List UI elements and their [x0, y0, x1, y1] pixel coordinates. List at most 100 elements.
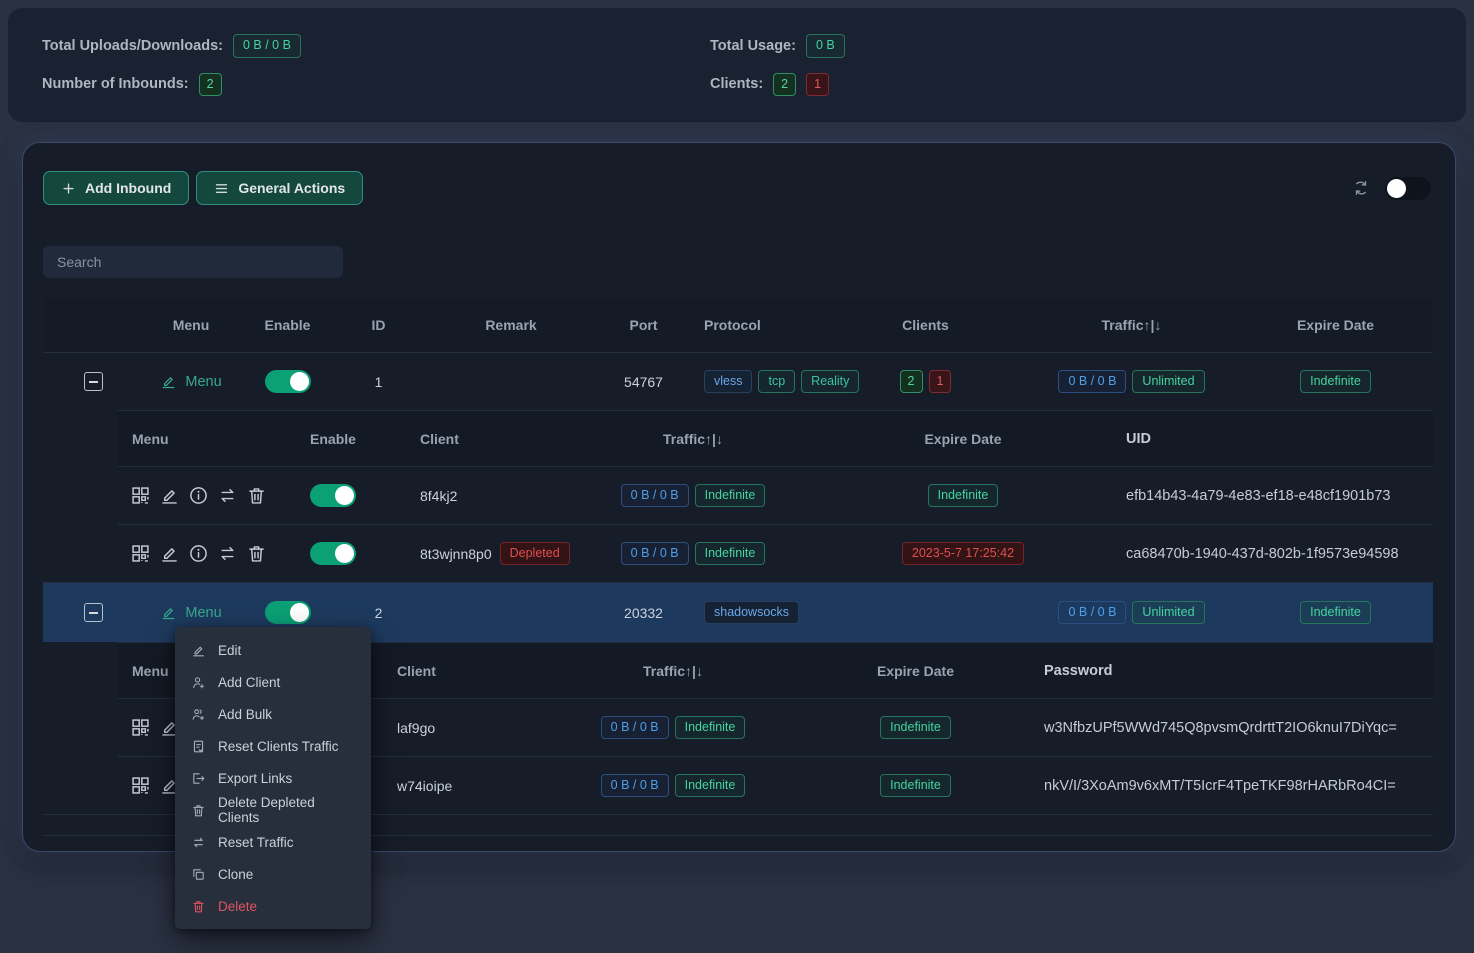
- stat-label: Total Uploads/Downloads:: [42, 38, 223, 54]
- header-id: ID: [336, 317, 421, 333]
- header-traffic-sort[interactable]: Traffic↑|↓: [553, 663, 793, 679]
- reset-traffic-icon[interactable]: [217, 543, 238, 564]
- context-menu-item-delete[interactable]: Delete: [175, 890, 371, 922]
- trash-icon: [191, 803, 206, 818]
- qr-code-icon[interactable]: [130, 775, 151, 796]
- header-port: Port: [601, 317, 686, 333]
- expire-badge: Indefinite: [880, 716, 951, 740]
- expire-badge: Indefinite: [928, 484, 999, 508]
- traffic-badge: 0 B / 0 B: [621, 484, 689, 508]
- inbound-1-enable-toggle[interactable]: [265, 370, 311, 393]
- reset-traffic-icon[interactable]: [217, 485, 238, 506]
- inbounds-count-badge: 2: [199, 73, 222, 97]
- delete-icon[interactable]: [246, 543, 267, 564]
- total-usage-badge: 0 B: [806, 34, 845, 58]
- traffic-limit-badge: Indefinite: [695, 484, 766, 508]
- menu-bars-icon: [214, 181, 229, 196]
- protocol-tag-tcp: tcp: [758, 370, 795, 394]
- pencil-icon: [191, 643, 206, 658]
- inbound-1-clients-table: Menu Enable Client Traffic↑|↓ Expire Dat…: [118, 410, 1433, 582]
- toggle-knob: [335, 486, 354, 505]
- pencil-icon: [160, 604, 177, 621]
- collapse-icon[interactable]: [84, 372, 103, 391]
- clients-depleted-badge: 1: [806, 73, 829, 97]
- edit-icon[interactable]: [159, 485, 180, 506]
- protocol-tag-vless: vless: [704, 370, 752, 394]
- depleted-badge: Depleted: [500, 542, 570, 566]
- expire-badge: Indefinite: [1300, 370, 1371, 394]
- collapse-icon[interactable]: [84, 603, 103, 622]
- context-menu-item-reset-clients-traffic[interactable]: Reset Clients Traffic: [175, 730, 371, 762]
- header-traffic-sort[interactable]: Traffic↑|↓: [1025, 317, 1238, 333]
- stat-clients: Clients: 2 1: [710, 73, 1466, 97]
- client-row-8t3wjnn8p0: 8t3wjnn8p0 Depleted 0 B / 0 B Indefinite…: [118, 524, 1433, 582]
- context-menu-item-add-client[interactable]: Add Client: [175, 666, 371, 698]
- header-expire-date: Expire Date: [793, 663, 1038, 679]
- header-expire-date: Expire Date: [1238, 317, 1433, 333]
- info-icon[interactable]: [188, 543, 209, 564]
- context-menu-item-reset-traffic[interactable]: Reset Traffic: [175, 826, 371, 858]
- toggle-knob: [335, 544, 354, 563]
- inbound-1-menu-button[interactable]: Menu: [160, 373, 221, 390]
- clients-active-badge: 2: [773, 73, 796, 97]
- traffic-limit-badge: Unlimited: [1132, 370, 1204, 394]
- delete-icon[interactable]: [246, 485, 267, 506]
- toggle-knob: [290, 372, 309, 391]
- context-menu-item-export-links[interactable]: Export Links: [175, 762, 371, 794]
- qr-code-icon[interactable]: [130, 717, 151, 738]
- edit-icon[interactable]: [159, 543, 180, 564]
- inbound-2-port: 20332: [601, 605, 686, 621]
- header-remark: Remark: [421, 317, 601, 333]
- client-uid: efb14b43-4a79-4e83-ef18-e48cf1901b73: [1108, 488, 1433, 504]
- qr-code-icon[interactable]: [130, 485, 151, 506]
- inbound-2-menu-button[interactable]: Menu: [160, 604, 221, 621]
- uploads-downloads-badge: 0 B / 0 B: [233, 34, 301, 58]
- swap-arrows-icon: [191, 835, 206, 850]
- header-clients: Clients: [826, 317, 1025, 333]
- header-protocol: Protocol: [686, 317, 826, 333]
- expire-badge: Indefinite: [880, 774, 951, 798]
- traffic-badge: 0 B / 0 B: [601, 774, 669, 798]
- search-input[interactable]: [43, 246, 343, 278]
- refresh-icon[interactable]: [1352, 179, 1370, 197]
- toggle-knob: [290, 603, 309, 622]
- header-uid: UID: [1108, 431, 1433, 447]
- add-inbound-button[interactable]: Add Inbound: [43, 171, 189, 205]
- client-row-8f4kj2: 8f4kj2 0 B / 0 B Indefinite Indefinite e…: [118, 466, 1433, 524]
- stats-card: Total Uploads/Downloads: 0 B / 0 B Total…: [8, 8, 1466, 122]
- client-uid: ca68470b-1940-437d-802b-1f9573e94598: [1108, 546, 1433, 562]
- inbound-context-menu: Edit Add Client Add Bulk Reset Clients T…: [175, 627, 371, 929]
- traffic-badge: 0 B / 0 B: [1058, 601, 1126, 625]
- inbound-2-enable-toggle[interactable]: [265, 601, 311, 624]
- qr-code-icon[interactable]: [130, 543, 151, 564]
- client-name: 8t3wjnn8p0: [420, 546, 492, 562]
- protocol-tag-shadowsocks: shadowsocks: [704, 601, 799, 625]
- user-add-icon: [191, 675, 206, 690]
- header-expire-date: Expire Date: [818, 431, 1108, 447]
- traffic-badge: 0 B / 0 B: [1058, 370, 1126, 394]
- clone-icon: [191, 867, 206, 882]
- header-traffic-sort[interactable]: Traffic↑|↓: [568, 431, 818, 447]
- stat-total-usage: Total Usage: 0 B: [710, 34, 1466, 58]
- traffic-badge: 0 B / 0 B: [621, 542, 689, 566]
- header-password: Password: [1038, 663, 1433, 679]
- add-inbound-label: Add Inbound: [85, 180, 171, 196]
- clients-table-header: Menu Enable Client Traffic↑|↓ Expire Dat…: [118, 410, 1433, 466]
- client-enable-toggle[interactable]: [310, 542, 356, 565]
- context-menu-item-delete-depleted-clients[interactable]: Delete Depleted Clients: [175, 794, 371, 826]
- traffic-limit-badge: Indefinite: [695, 542, 766, 566]
- clients-depleted-badge: 1: [929, 370, 952, 394]
- expire-date-badge: 2023-5-7 17:25:42: [902, 542, 1024, 566]
- info-icon[interactable]: [188, 485, 209, 506]
- client-enable-toggle[interactable]: [310, 484, 356, 507]
- context-menu-item-edit[interactable]: Edit: [175, 634, 371, 666]
- inbound-1-port: 54767: [601, 374, 686, 390]
- header-client: Client: [383, 663, 553, 679]
- search-box: [43, 246, 343, 278]
- general-actions-button[interactable]: General Actions: [196, 171, 363, 205]
- client-name: laf9go: [383, 720, 553, 736]
- auto-refresh-toggle[interactable]: [1385, 177, 1431, 200]
- export-icon: [191, 771, 206, 786]
- context-menu-item-add-bulk[interactable]: Add Bulk: [175, 698, 371, 730]
- context-menu-item-clone[interactable]: Clone: [175, 858, 371, 890]
